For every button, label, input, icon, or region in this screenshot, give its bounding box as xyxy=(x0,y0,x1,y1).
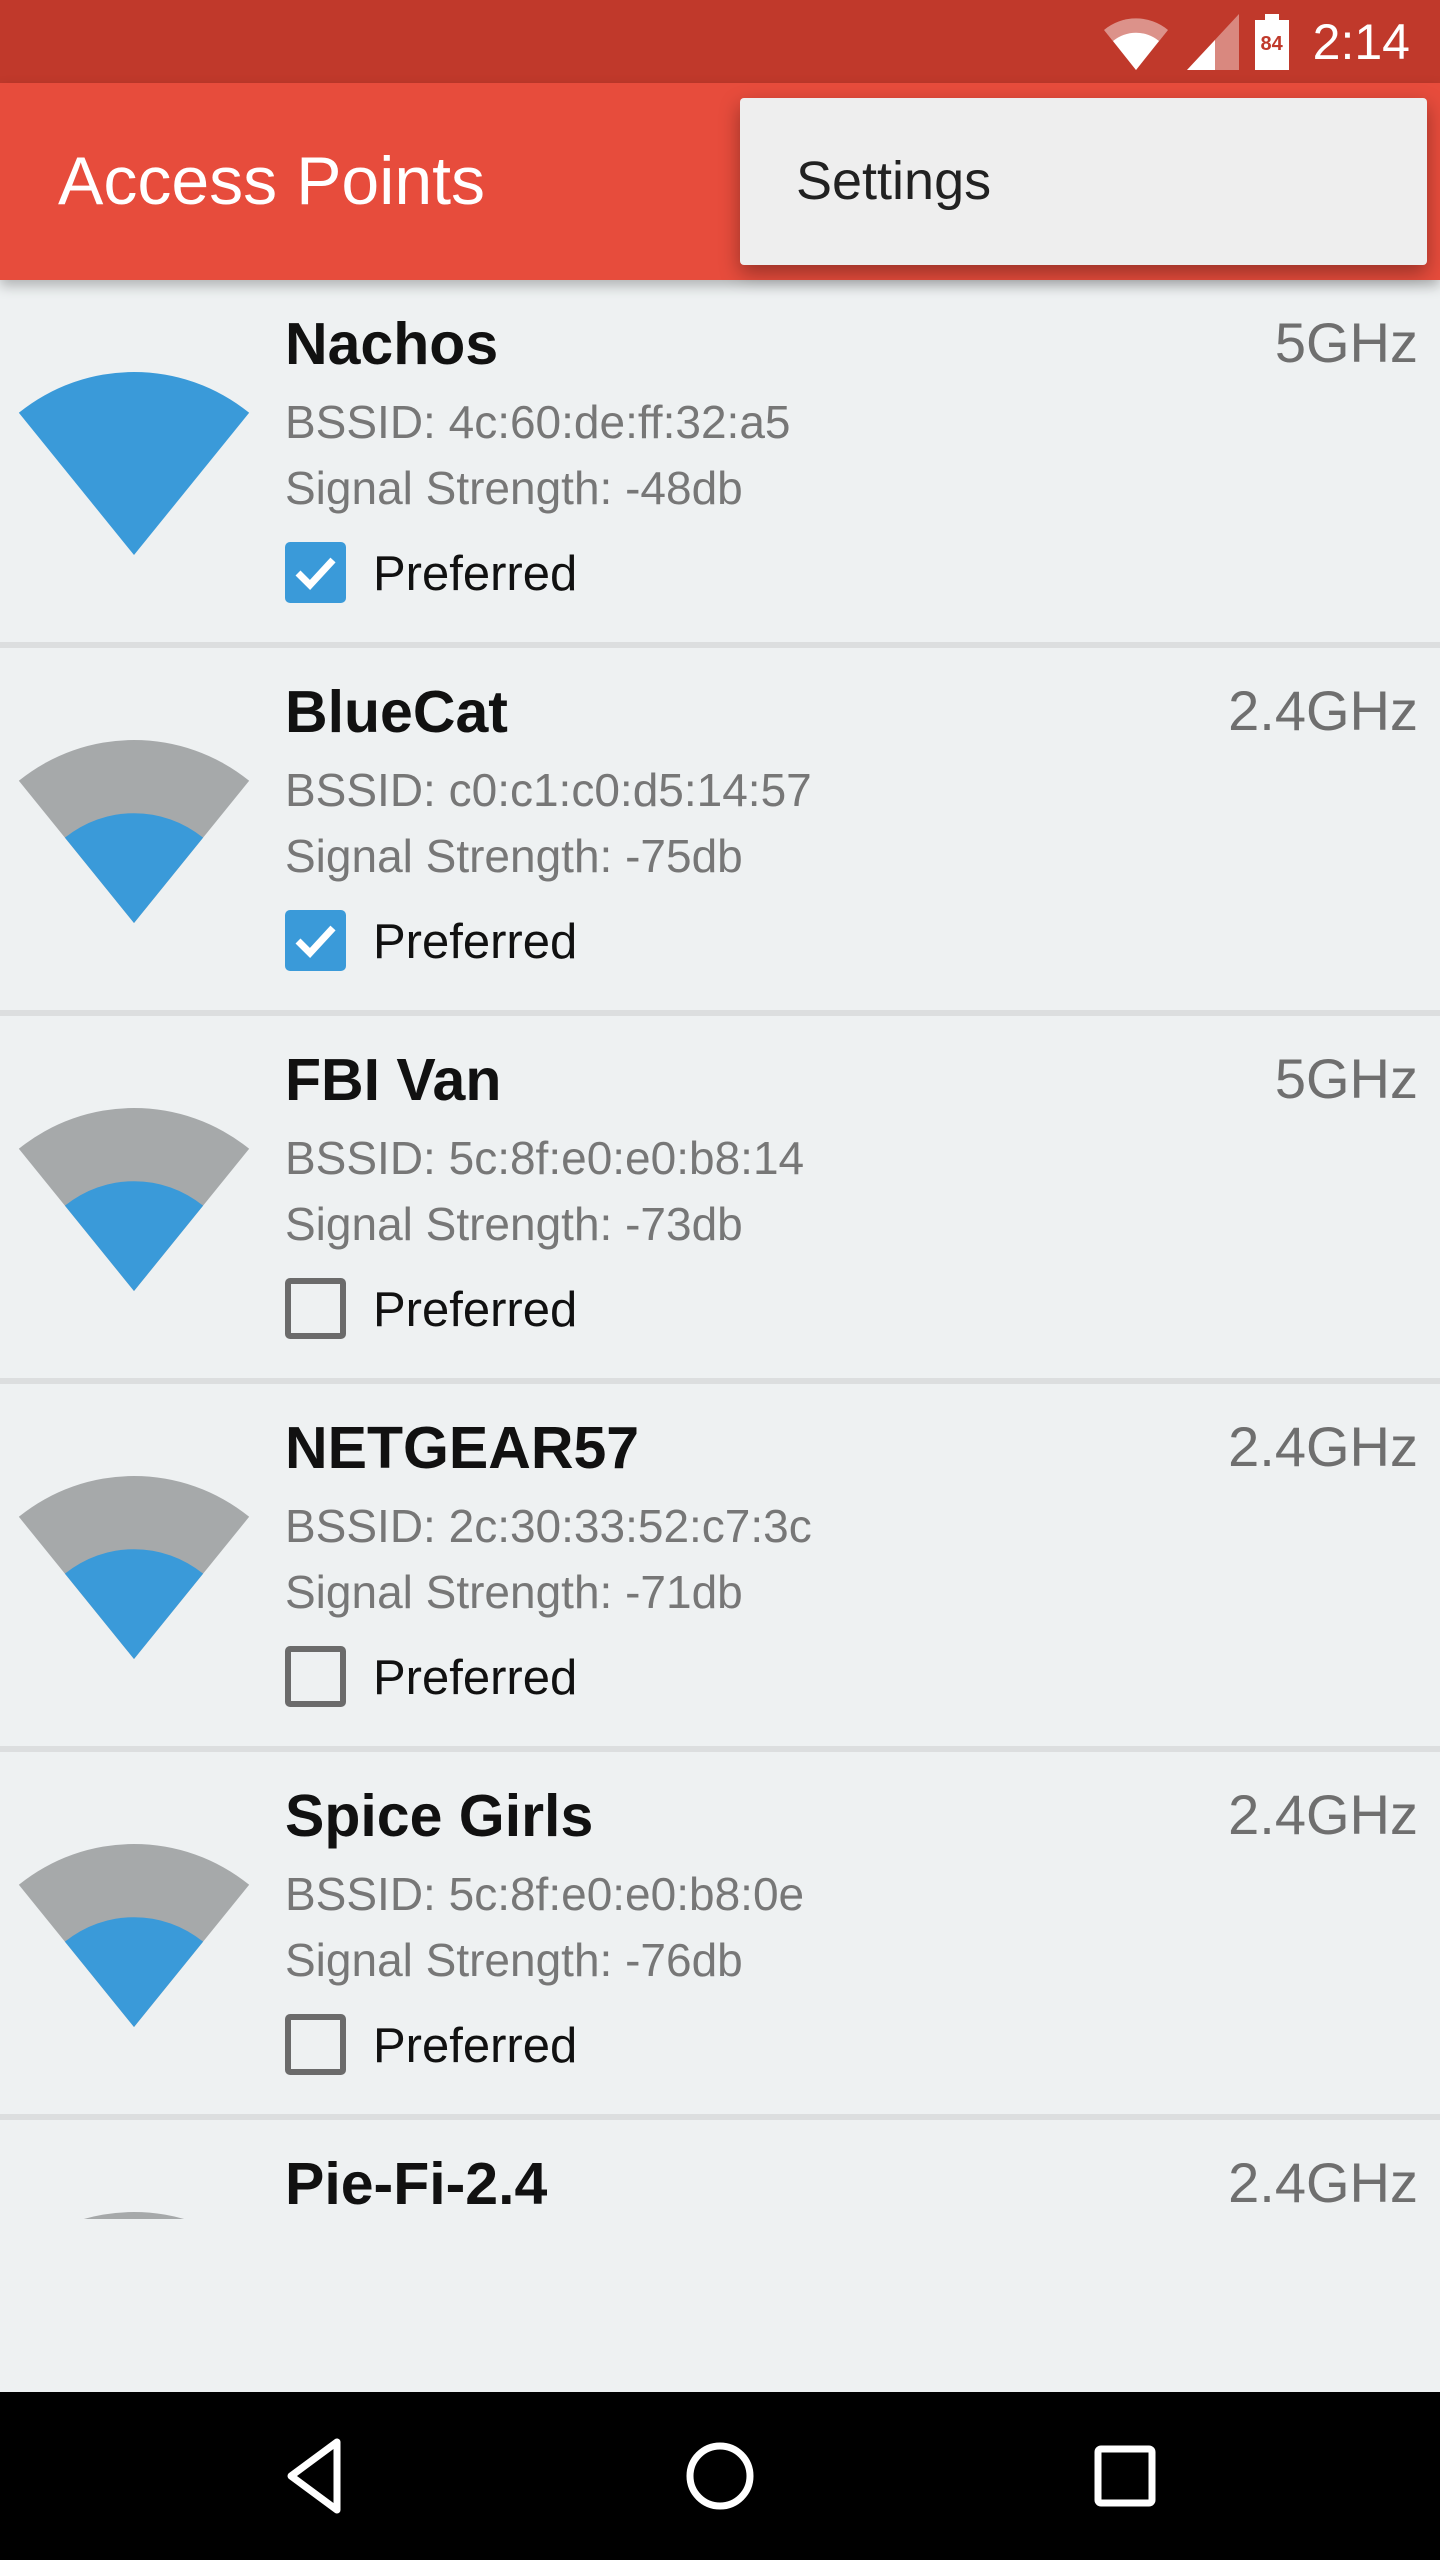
ap-bssid: BSSID: 5c:8f:e0:e0:b8:14 xyxy=(285,1132,805,1184)
ap-signal-strength: Signal Strength: -75db xyxy=(285,830,743,882)
ap-frequency: 2.4GHz xyxy=(1228,1415,1418,1478)
access-point-list[interactable]: Nachos 5GHz BSSID: 4c:60:de:ff:32:a5 Signal… xyxy=(0,280,1440,2392)
list-item[interactable]: FBI Van 5GHz BSSID: 5c:8f:e0:e0:b8:14 Signa… xyxy=(0,1016,1440,1384)
checkmark-icon xyxy=(295,925,336,959)
checkmark-icon xyxy=(295,557,336,591)
battery-level: 84 xyxy=(1260,33,1283,55)
wifi-signal-icon xyxy=(0,2120,260,2220)
battery-icon: 84 xyxy=(1254,13,1289,70)
ap-name: Spice Girls xyxy=(285,1783,594,1849)
wifi-icon xyxy=(1103,17,1168,70)
list-item[interactable]: BlueCat 2.4GHz BSSID: c0:c1:c0:d5:14:57 Sig… xyxy=(0,648,1440,1016)
wifi-signal-icon xyxy=(0,1016,260,1306)
preferred-checkbox[interactable] xyxy=(285,542,346,603)
ap-frequency: 5GHz xyxy=(1274,311,1418,374)
ap-signal-strength: Signal Strength: -71db xyxy=(285,1566,743,1618)
preferred-label: Preferred xyxy=(373,2019,578,2073)
preferred-checkbox[interactable] xyxy=(285,910,346,971)
ap-name: NETGEAR57 xyxy=(285,1415,640,1481)
wifi-signal-icon xyxy=(0,280,260,570)
ap-frequency: 2.4GHz xyxy=(1228,679,1418,742)
ap-name: BlueCat xyxy=(285,679,508,745)
wifi-signal-icon xyxy=(0,1384,260,1674)
wifi-signal-icon xyxy=(0,1752,260,2042)
home-icon[interactable] xyxy=(670,2426,770,2526)
preferred-label: Preferred xyxy=(373,1283,578,1337)
list-item[interactable]: NETGEAR57 2.4GHz BSSID: 2c:30:33:52:c7:3c S… xyxy=(0,1384,1440,1752)
clock: 2:14 xyxy=(1312,13,1410,70)
menu-item-settings[interactable]: Settings xyxy=(796,98,991,265)
preferred-checkbox[interactable] xyxy=(285,2014,346,2075)
ap-frequency: 2.4GHz xyxy=(1228,2151,1418,2214)
preferred-label: Preferred xyxy=(373,915,578,969)
overflow-menu: Settings xyxy=(740,98,1427,265)
ap-signal-strength: Signal Strength: -73db xyxy=(285,1198,743,1250)
ap-name: FBI Van xyxy=(285,1047,502,1113)
list-item[interactable]: Spice Girls 2.4GHz BSSID: 5c:8f:e0:e0:b8:0… xyxy=(0,1752,1440,2120)
ap-name: Pie-Fi-2.4 xyxy=(285,2151,548,2217)
preferred-label: Preferred xyxy=(373,1651,578,1705)
wifi-signal-icon xyxy=(0,648,260,938)
ap-signal-strength: Signal Strength: -76db xyxy=(285,1934,743,1986)
ap-signal-strength: Signal Strength: -48db xyxy=(285,462,743,514)
list-item[interactable]: Pie-Fi-2.4 2.4GHz xyxy=(0,2120,1440,2392)
ap-bssid: BSSID: 5c:8f:e0:e0:b8:0e xyxy=(285,1868,805,1920)
status-bar: 84 2:14 xyxy=(0,0,1440,83)
ap-bssid: BSSID: 2c:30:33:52:c7:3c xyxy=(285,1500,812,1552)
ap-frequency: 2.4GHz xyxy=(1228,1783,1418,1846)
recents-icon[interactable] xyxy=(1075,2426,1175,2526)
cell-signal-icon xyxy=(1186,13,1239,70)
ap-frequency: 5GHz xyxy=(1274,1047,1418,1110)
ap-bssid: BSSID: 4c:60:de:ff:32:a5 xyxy=(285,396,791,448)
preferred-label: Preferred xyxy=(373,547,578,601)
preferred-checkbox[interactable] xyxy=(285,1646,346,1707)
preferred-checkbox[interactable] xyxy=(285,1278,346,1339)
page-title: Access Points xyxy=(58,143,486,219)
back-icon[interactable] xyxy=(265,2426,365,2526)
ap-bssid: BSSID: c0:c1:c0:d5:14:57 xyxy=(285,764,812,816)
list-item[interactable]: Nachos 5GHz BSSID: 4c:60:de:ff:32:a5 Signal… xyxy=(0,280,1440,648)
navigation-bar xyxy=(0,2392,1440,2560)
ap-name: Nachos xyxy=(285,311,499,377)
